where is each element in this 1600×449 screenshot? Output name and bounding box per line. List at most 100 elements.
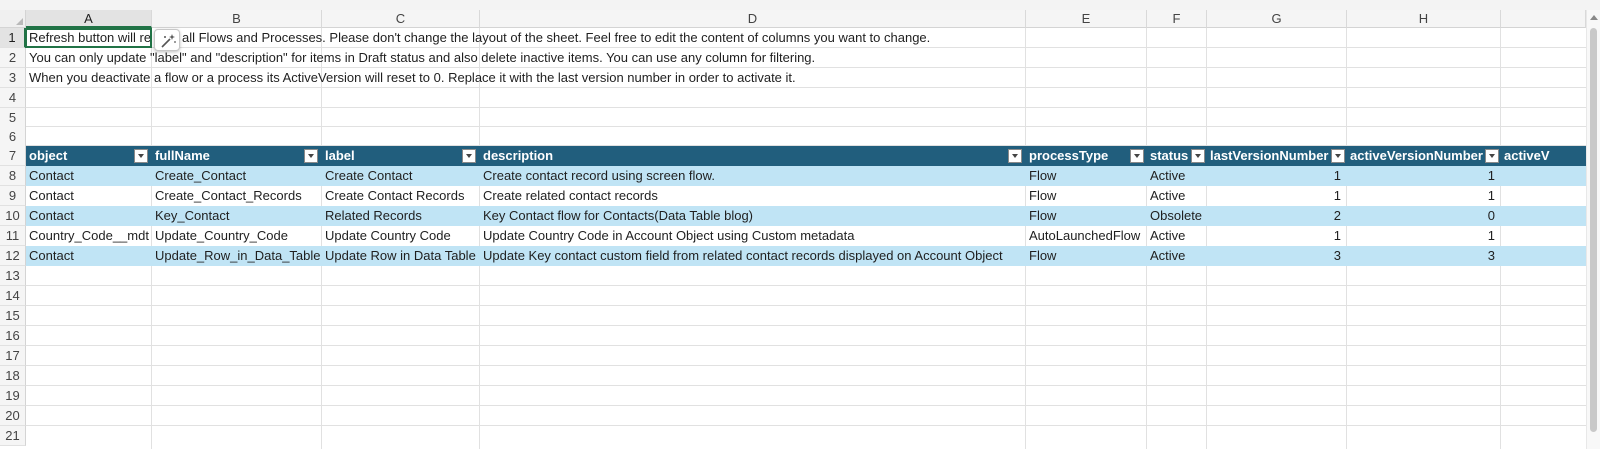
cell-processtype[interactable]: Flow — [1026, 206, 1147, 226]
table-header-description[interactable]: description — [480, 146, 1026, 166]
cell-lastversionnumber[interactable]: 1 — [1207, 186, 1347, 206]
spreadsheet[interactable]: A B C D E F G H 1 2 3 4 5 6 7 8 9 10 11 … — [0, 0, 1600, 449]
row-header[interactable]: 13 — [0, 266, 26, 286]
filter-dropdown-icon[interactable] — [1331, 149, 1345, 163]
table-header-activeversionnumber[interactable]: activeVersionNumber — [1347, 146, 1501, 166]
cell-label[interactable]: Related Records — [322, 206, 480, 226]
cell-fullname[interactable]: Key_Contact — [152, 206, 322, 226]
column-header-h[interactable]: H — [1347, 10, 1501, 28]
row-header[interactable]: 1 — [0, 28, 26, 48]
table-header-label[interactable]: label — [322, 146, 480, 166]
row-header[interactable]: 2 — [0, 48, 26, 68]
row-header[interactable]: 18 — [0, 366, 26, 386]
column-header-g[interactable]: G — [1207, 10, 1347, 28]
cell-object[interactable]: Contact — [26, 206, 152, 226]
row-header[interactable]: 6 — [0, 127, 26, 147]
filter-dropdown-icon[interactable] — [1130, 149, 1144, 163]
cell-lastversionnumber[interactable]: 2 — [1207, 206, 1347, 226]
cell-label[interactable]: Update Country Code — [322, 226, 480, 246]
cell-lastversionnumber[interactable]: 1 — [1207, 166, 1347, 186]
scrollbar-thumb[interactable] — [1590, 28, 1597, 432]
table-header-lastversionnumber[interactable]: lastVersionNumber — [1207, 146, 1347, 166]
row-header[interactable]: 3 — [0, 68, 26, 88]
cell-object[interactable]: Contact — [26, 186, 152, 206]
cell-fullname[interactable]: Update_Country_Code — [152, 226, 322, 246]
table-row: Country_Code__mdt Update_Country_Code Up… — [26, 226, 1600, 246]
gridline — [26, 107, 1600, 108]
cell-activeversionnumber[interactable]: 1 — [1347, 166, 1501, 186]
row-header[interactable]: 4 — [0, 88, 26, 108]
cell-activeversionnumber[interactable]: 1 — [1347, 226, 1501, 246]
gridline — [26, 385, 1600, 386]
row-header[interactable]: 9 — [0, 186, 26, 206]
row-header[interactable]: 5 — [0, 108, 26, 128]
vertical-scrollbar[interactable] — [1586, 10, 1600, 449]
cell-object[interactable]: Contact — [26, 246, 152, 266]
column-header-a[interactable]: A — [26, 10, 152, 28]
gridline — [26, 405, 1600, 406]
cell-lastversionnumber[interactable]: 3 — [1207, 246, 1347, 266]
table-header-processtype[interactable]: processType — [1026, 146, 1147, 166]
row-header[interactable]: 8 — [0, 166, 26, 186]
note-row-2[interactable]: You can only update "label" and "descrip… — [29, 48, 815, 68]
note-row-3[interactable]: When you deactivate a flow or a process … — [29, 68, 796, 88]
filter-dropdown-icon[interactable] — [1008, 149, 1022, 163]
column-header-e[interactable]: E — [1026, 10, 1147, 28]
row-header[interactable]: 7 — [0, 146, 26, 166]
filter-dropdown-icon[interactable] — [304, 149, 318, 163]
row-header[interactable]: 17 — [0, 346, 26, 366]
note-row-1-rest: all Flows and Processes. Please don't ch… — [182, 30, 931, 45]
cell-description[interactable]: Create contact record using screen flow. — [480, 166, 1026, 186]
filter-dropdown-icon[interactable] — [1485, 149, 1499, 163]
cell-processtype[interactable]: Flow — [1026, 186, 1147, 206]
row-header[interactable]: 16 — [0, 326, 26, 346]
cell-processtype[interactable]: AutoLaunchedFlow — [1026, 226, 1147, 246]
row-header[interactable]: 20 — [0, 406, 26, 426]
cell-description[interactable]: Update Country Code in Account Object us… — [480, 226, 1026, 246]
row-header[interactable]: 14 — [0, 286, 26, 306]
cell-object[interactable]: Country_Code__mdt — [26, 226, 152, 246]
column-header-d[interactable]: D — [480, 10, 1026, 28]
row-header[interactable]: 11 — [0, 226, 26, 246]
column-header-c[interactable]: C — [322, 10, 480, 28]
row-header[interactable]: 19 — [0, 386, 26, 406]
cell-fullname[interactable]: Create_Contact — [152, 166, 322, 186]
cell-activeversionnumber[interactable]: 3 — [1347, 246, 1501, 266]
filter-dropdown-icon[interactable] — [462, 149, 476, 163]
cell-label[interactable]: Create Contact — [322, 166, 480, 186]
column-header-b[interactable]: B — [152, 10, 322, 28]
table-header-activev[interactable]: activeV — [1501, 146, 1586, 166]
column-header-i[interactable] — [1501, 10, 1586, 28]
cell-object[interactable]: Contact — [26, 166, 152, 186]
cell-description[interactable]: Update Key contact custom field from rel… — [480, 246, 1026, 266]
row-header[interactable]: 21 — [0, 426, 26, 446]
cell-fullname[interactable]: Update_Row_in_Data_Table — [152, 246, 322, 266]
row-header[interactable]: 10 — [0, 206, 26, 226]
cell-status[interactable]: Active — [1147, 186, 1207, 206]
cell-activeversionnumber[interactable]: 0 — [1347, 206, 1501, 226]
quick-analysis-button[interactable] — [154, 29, 180, 51]
cell-lastversionnumber[interactable]: 1 — [1207, 226, 1347, 246]
row-header[interactable]: 15 — [0, 306, 26, 326]
gridline — [26, 425, 1600, 426]
scroll-up-icon[interactable] — [1590, 15, 1598, 20]
cell-processtype[interactable]: Flow — [1026, 246, 1147, 266]
table-row: Contact Update_Row_in_Data_Table Update … — [26, 246, 1600, 266]
cell-activeversionnumber[interactable]: 1 — [1347, 186, 1501, 206]
filter-dropdown-icon[interactable] — [1191, 149, 1205, 163]
row-header[interactable]: 12 — [0, 246, 26, 266]
column-header-f[interactable]: F — [1147, 10, 1207, 28]
filter-dropdown-icon[interactable] — [134, 149, 148, 163]
cell-status[interactable]: Active — [1147, 226, 1207, 246]
cell-status[interactable]: Active — [1147, 166, 1207, 186]
select-all-corner[interactable] — [0, 10, 26, 28]
cell-description[interactable]: Key Contact flow for Contacts(Data Table… — [480, 206, 1026, 226]
cell-fullname[interactable]: Create_Contact_Records — [152, 186, 322, 206]
cell-processtype[interactable]: Flow — [1026, 166, 1147, 186]
table-header-fullname[interactable]: fullName — [152, 146, 322, 166]
cell-label[interactable]: Update Row in Data Table — [322, 246, 480, 266]
cell-description[interactable]: Create related contact records — [480, 186, 1026, 206]
cell-label[interactable]: Create Contact Records — [322, 186, 480, 206]
cell-status[interactable]: Obsolete — [1147, 206, 1207, 226]
cell-status[interactable]: Active — [1147, 246, 1207, 266]
